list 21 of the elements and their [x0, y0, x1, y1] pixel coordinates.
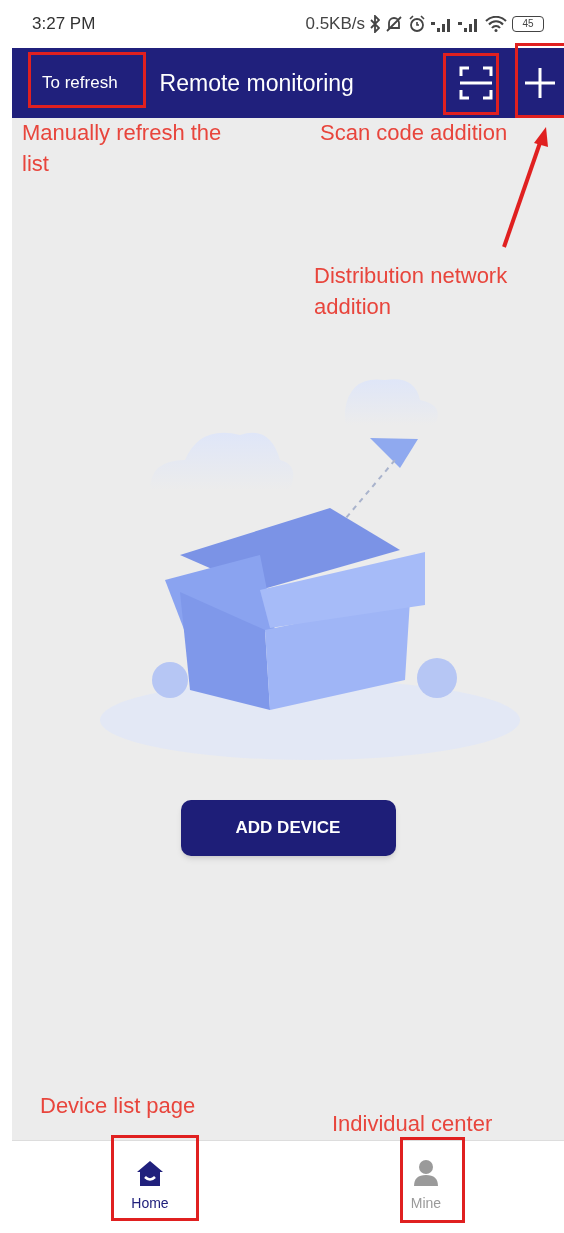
annotation-label: Device list page [40, 1092, 196, 1120]
signal-icon [431, 16, 453, 32]
alarm-icon [408, 15, 426, 33]
nav-tab[interactable]: Home [12, 1141, 288, 1233]
signal-icon [458, 16, 480, 32]
bell-off-icon [385, 15, 403, 33]
home-icon [136, 1159, 164, 1187]
battery-icon: 45 [512, 16, 544, 32]
add-device-button[interactable]: ADD DEVICE [180, 800, 396, 856]
refresh-button[interactable]: To refresh [42, 70, 118, 96]
highlight-box [443, 53, 499, 115]
network-speed: 0.5KB/s [305, 13, 365, 36]
annotation-label: Manually refresh the list [22, 119, 223, 178]
screen-title: Remote monitoring [159, 68, 354, 98]
wifi-icon [485, 16, 507, 32]
annotation-label: Distribution network addition [314, 262, 509, 321]
annotation-label: Scan code addition [320, 119, 508, 147]
status-time: 3:27 PM [32, 13, 96, 36]
bluetooth-icon [370, 15, 380, 33]
person-icon [412, 1159, 440, 1187]
annotation-label: Individual center [332, 1110, 493, 1138]
